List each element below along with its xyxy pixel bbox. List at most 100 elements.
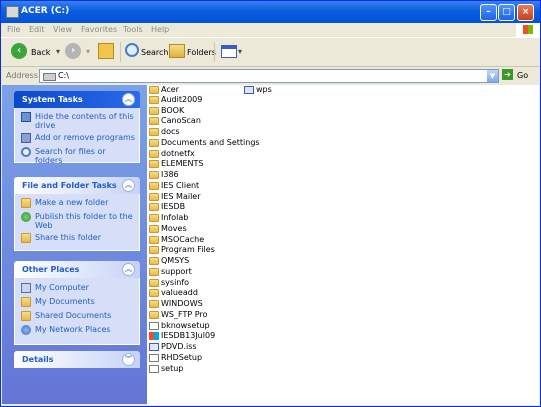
place-label: Shared Documents xyxy=(35,311,112,320)
file-name: IESDB xyxy=(161,202,186,211)
details-header[interactable]: Details ︾ xyxy=(14,351,140,368)
system-tasks-body: Hide the contents of this drive Add or r… xyxy=(14,108,140,165)
collapse-chevron-icon[interactable]: ︽ xyxy=(122,263,135,276)
menu-help[interactable]: Help xyxy=(151,25,169,34)
other-places-title: Other Places xyxy=(22,265,80,274)
collapse-chevron-icon[interactable]: ︽ xyxy=(122,179,135,192)
network-icon xyxy=(21,325,31,335)
backup-file-icon xyxy=(149,332,159,340)
file-name: IESDB13Jul09 xyxy=(161,331,216,340)
folder-icon xyxy=(149,257,159,265)
folder-icon xyxy=(149,117,159,125)
search-icon[interactable] xyxy=(125,43,139,57)
file-name: Acer xyxy=(161,85,179,94)
folder-icon xyxy=(149,128,159,136)
file-name: IES Client xyxy=(161,181,200,190)
other-places-body: My Computer My Documents Shared Document… xyxy=(14,278,140,345)
folder-icon xyxy=(149,193,159,201)
place-label: My Network Places xyxy=(35,325,111,334)
file-folder-tasks-header[interactable]: File and Folder Tasks ︽ xyxy=(14,177,140,194)
system-tasks-header[interactable]: System Tasks ︽ xyxy=(14,91,140,108)
folder-icon xyxy=(149,139,159,147)
file-name: WS_FTP Pro xyxy=(161,310,208,319)
folder-icon xyxy=(149,171,159,179)
new-folder-icon xyxy=(21,198,31,208)
my-documents-icon xyxy=(21,297,31,307)
folder-icon xyxy=(149,214,159,222)
system-tasks-panel: System Tasks ︽ Hide the contents of this… xyxy=(14,91,140,165)
folders-button[interactable]: Folders xyxy=(187,48,216,57)
menu-tools[interactable]: Tools xyxy=(123,25,143,34)
address-input[interactable]: C:\ ▼ xyxy=(39,69,499,83)
file-list: Acer Audit2009 BOOK CanoScan docs Docume… xyxy=(147,85,539,405)
collapse-chevron-icon[interactable]: ︽ xyxy=(122,93,135,106)
folder-icon xyxy=(149,279,159,287)
folders-icon[interactable] xyxy=(169,44,185,58)
file-folder-tasks-panel: File and Folder Tasks ︽ Make a new folde… xyxy=(14,177,140,251)
close-button[interactable]: × xyxy=(517,4,534,21)
file-name: WINDOWS xyxy=(161,299,203,308)
file-name: CanoScan xyxy=(161,116,201,125)
file-name: setup xyxy=(161,364,184,373)
address-dropdown-icon[interactable]: ▼ xyxy=(487,70,498,82)
folder-icon xyxy=(149,107,159,115)
place-label: My Computer xyxy=(35,283,89,292)
task-label: Add or remove programs xyxy=(35,133,135,142)
go-arrow-icon[interactable]: ➔ xyxy=(502,69,513,80)
folder-icon xyxy=(149,225,159,233)
file-name: Documents and Settings xyxy=(161,138,260,147)
views-dropdown-icon[interactable]: ▾ xyxy=(238,47,242,56)
add-remove-programs-icon xyxy=(21,133,31,143)
place-label: My Documents xyxy=(35,297,95,306)
file-folder-tasks-body: Make a new folder Publish this folder to… xyxy=(14,194,140,251)
hide-contents-icon xyxy=(21,112,31,122)
search-button[interactable]: Search xyxy=(141,48,168,57)
windows-logo xyxy=(516,23,540,37)
up-folder-icon[interactable] xyxy=(98,43,114,59)
expand-chevron-icon[interactable]: ︾ xyxy=(122,353,135,366)
file-name: Infolab xyxy=(161,213,189,222)
menu-view[interactable]: View xyxy=(53,25,72,34)
menu-edit[interactable]: Edit xyxy=(29,25,45,34)
folder-icon xyxy=(149,268,159,276)
file-name: wps xyxy=(256,85,272,94)
menu-file[interactable]: File xyxy=(7,25,20,34)
title-bar[interactable]: ACER (C:) – □ × xyxy=(1,1,540,23)
file-name: valueadd xyxy=(161,288,198,297)
address-bar: Address C:\ ▼ ➔ Go xyxy=(1,67,540,84)
forward-arrow-icon[interactable]: › xyxy=(65,43,81,59)
file-name: Moves xyxy=(161,224,187,233)
views-icon[interactable] xyxy=(221,45,237,58)
task-label: Publish this folder to the Web xyxy=(35,212,133,230)
file-folder-tasks-title: File and Folder Tasks xyxy=(22,181,117,190)
task-label: Share this folder xyxy=(35,233,101,242)
toolbar-separator xyxy=(120,42,121,62)
file-name: Audit2009 xyxy=(161,95,203,104)
folder-icon xyxy=(149,86,159,94)
forward-dropdown-icon[interactable]: ▾ xyxy=(86,47,90,56)
share-folder-icon xyxy=(21,233,31,243)
back-dropdown-icon[interactable]: ▾ xyxy=(56,47,60,56)
maximize-button[interactable]: □ xyxy=(498,4,515,21)
back-label[interactable]: Back xyxy=(31,48,50,57)
application-icon xyxy=(244,86,254,94)
folder-icon xyxy=(149,236,159,244)
file-name: BOOK xyxy=(161,106,185,115)
address-value: C:\ xyxy=(58,71,69,80)
other-places-header[interactable]: Other Places ︽ xyxy=(14,261,140,278)
back-arrow-icon[interactable]: ‹ xyxy=(11,43,27,59)
minimize-button[interactable]: – xyxy=(480,4,497,21)
folder-icon xyxy=(149,311,159,319)
file-name: sysinfo xyxy=(161,278,190,287)
address-label: Address xyxy=(6,71,38,80)
system-tasks-title: System Tasks xyxy=(22,95,83,104)
go-button[interactable]: Go xyxy=(517,71,528,80)
file-name: RHDSetup xyxy=(161,353,203,362)
file-name: docs xyxy=(161,127,180,136)
file-name: Program Files xyxy=(161,245,215,254)
file-name: ELEMENTS xyxy=(161,159,204,168)
folder-icon xyxy=(149,182,159,190)
details-title: Details xyxy=(22,355,54,364)
menu-favorites[interactable]: Favorites xyxy=(81,25,117,34)
details-panel: Details ︾ xyxy=(14,351,140,368)
